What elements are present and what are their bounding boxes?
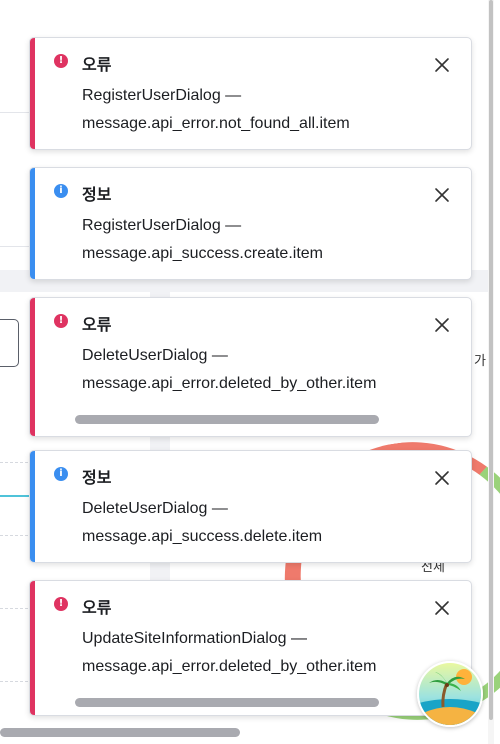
divider <box>0 246 30 247</box>
exclamation-circle-icon: ! <box>54 314 68 328</box>
exclamation-circle-icon: ! <box>54 597 68 611</box>
chart-gridline <box>0 535 28 536</box>
toast-title: 오류 <box>82 317 112 334</box>
close-icon[interactable] <box>431 184 453 206</box>
close-icon[interactable] <box>431 467 453 489</box>
toast-message: message.api_error.not_found_all.item <box>82 115 350 132</box>
toast-title: 오류 <box>82 57 112 74</box>
toast-source: DeleteUserDialog — <box>82 500 228 517</box>
toast-notification: i 정보 RegisterUserDialog — message.api_su… <box>29 167 472 280</box>
toast-source: RegisterUserDialog — <box>82 217 242 234</box>
toast-source: UpdateSiteInformationDialog — <box>82 630 308 647</box>
toast-body: DeleteUserDialog — message.api_error.del… <box>82 342 471 398</box>
chart-gridline <box>0 681 28 682</box>
toast-notification: i 정보 DeleteUserDialog — message.api_succ… <box>29 450 472 563</box>
close-icon[interactable] <box>431 597 453 619</box>
exclamation-circle-icon: ! <box>54 54 68 68</box>
beach-palm-avatar[interactable] <box>417 661 483 727</box>
filter-input[interactable] <box>0 319 19 367</box>
toast-body: DeleteUserDialog — message.api_success.d… <box>82 495 471 551</box>
chart-gridline <box>0 608 28 609</box>
toast-body: RegisterUserDialog — message.api_success… <box>82 212 471 268</box>
toast-accent-bar <box>30 298 35 436</box>
page-horizontal-scrollbar[interactable] <box>0 728 240 737</box>
chart-gridline <box>0 462 28 463</box>
toast-source: RegisterUserDialog — <box>82 87 242 104</box>
toast-accent-bar <box>30 451 35 562</box>
toast-body: UpdateSiteInformationDialog — message.ap… <box>82 625 471 681</box>
toast-message: message.api_success.create.item <box>82 245 323 262</box>
toast-body: RegisterUserDialog — message.api_error.n… <box>82 82 471 138</box>
background-label: 가 <box>474 353 486 368</box>
close-icon[interactable] <box>431 54 453 76</box>
toast-message: message.api_error.deleted_by_other.item <box>82 375 377 392</box>
toast-horizontal-scrollbar[interactable] <box>75 698 379 707</box>
toast-notification: ! 오류 UpdateSiteInformationDialog — messa… <box>29 580 472 716</box>
toast-accent-bar <box>30 168 35 279</box>
toast-title: 오류 <box>82 600 112 617</box>
toast-accent-bar <box>30 38 35 149</box>
toast-notification: ! 오류 DeleteUserDialog — message.api_erro… <box>29 297 472 437</box>
divider <box>0 112 30 113</box>
toast-horizontal-scrollbar[interactable] <box>75 415 379 424</box>
toast-source: DeleteUserDialog — <box>82 347 228 364</box>
info-circle-icon: i <box>54 467 68 481</box>
vertical-scrollbar-thumb[interactable] <box>489 0 493 720</box>
chart-line <box>0 495 30 497</box>
close-icon[interactable] <box>431 314 453 336</box>
toast-accent-bar <box>30 581 35 715</box>
info-circle-icon: i <box>54 184 68 198</box>
toast-message: message.api_error.deleted_by_other.item <box>82 658 377 675</box>
toast-notification: ! 오류 RegisterUserDialog — message.api_er… <box>29 37 472 150</box>
toast-title: 정보 <box>82 187 112 204</box>
toast-message: message.api_success.delete.item <box>82 528 323 545</box>
toast-title: 정보 <box>82 470 112 487</box>
